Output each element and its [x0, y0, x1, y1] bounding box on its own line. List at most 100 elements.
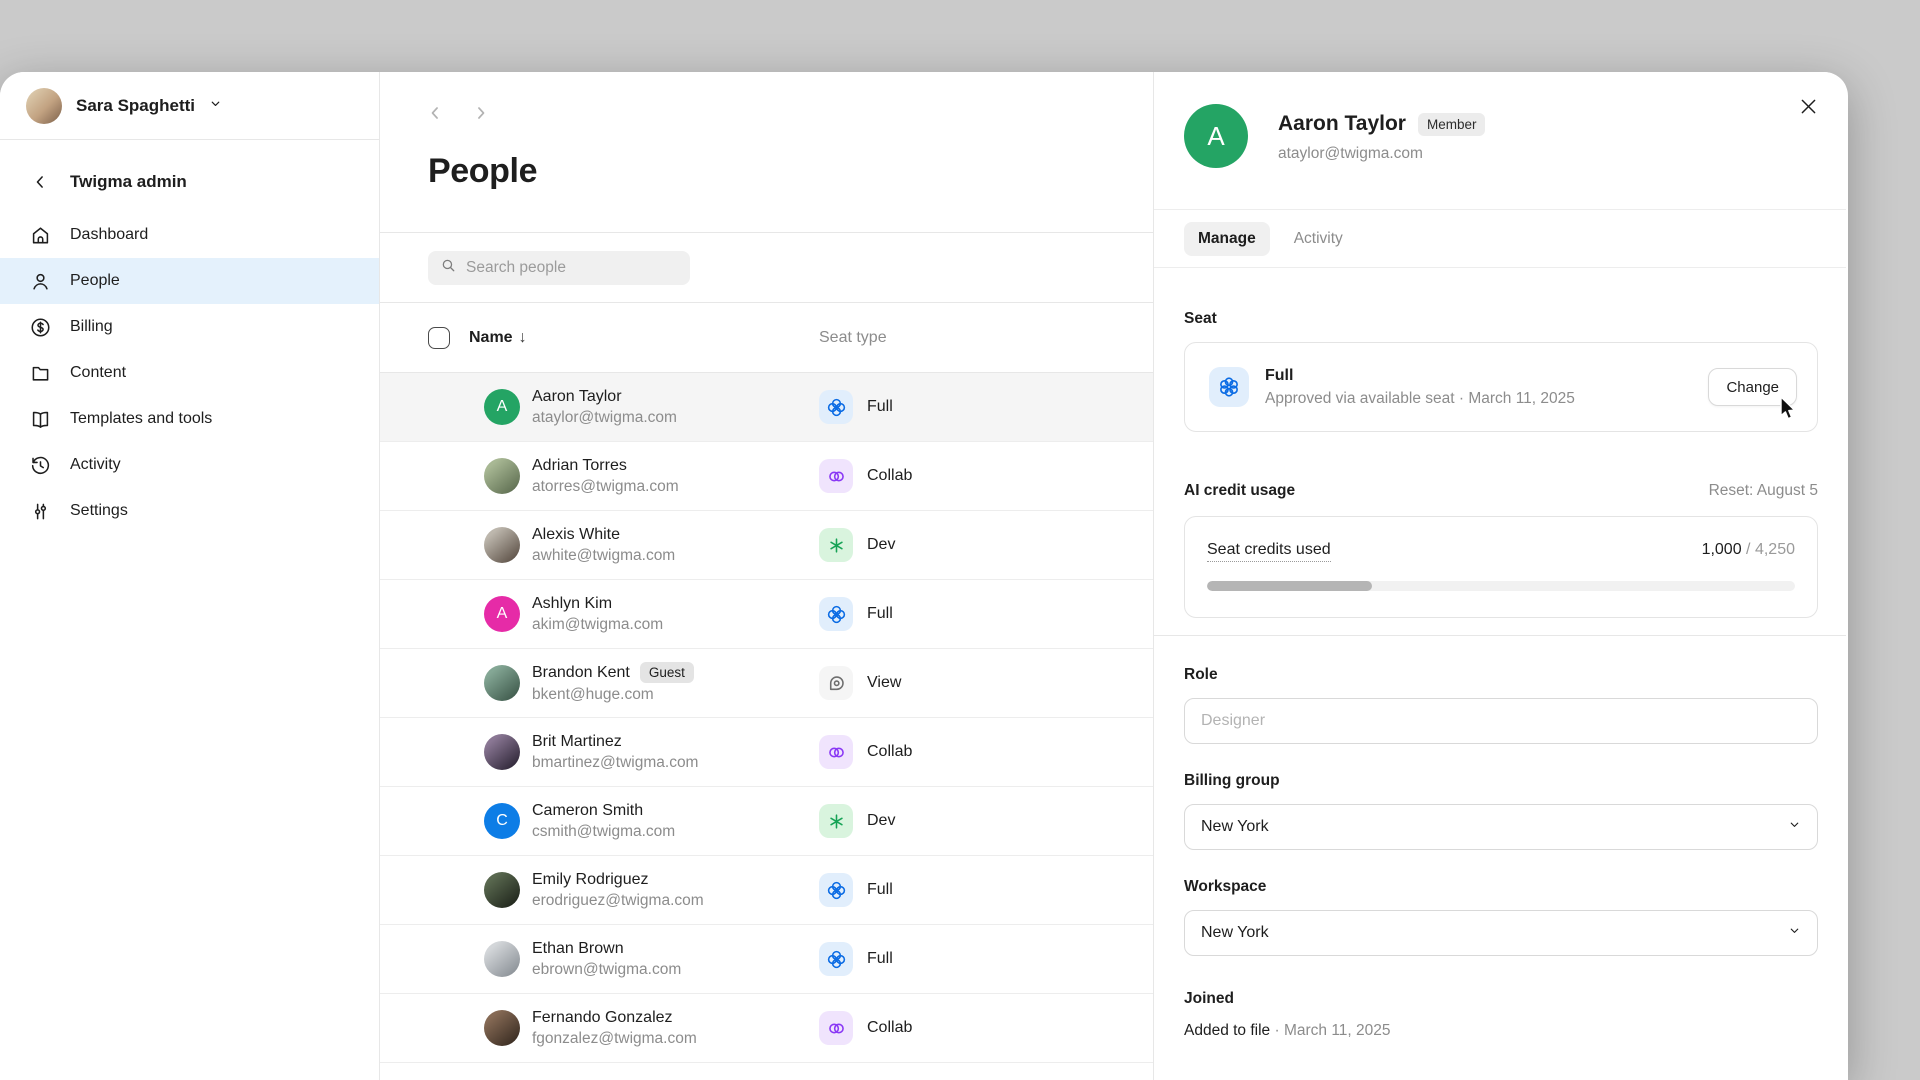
search-box[interactable] — [428, 251, 690, 285]
seat-type-cell: Collab — [819, 735, 912, 769]
seat-section-label: Seat — [1184, 310, 1818, 328]
tab-manage[interactable]: Manage — [1184, 222, 1270, 256]
sliders-icon — [28, 499, 52, 523]
sort-desc-icon: ↓ — [519, 329, 527, 347]
seat-type-label: Full — [867, 881, 893, 899]
app-window: Sara Spaghetti Twigma admin DashboardPeo… — [0, 72, 1848, 1080]
avatar: C — [484, 803, 520, 839]
person-name: Brit Martinez — [532, 733, 698, 751]
person-name: Adrian Torres — [532, 457, 679, 475]
people-table: AAaron Taylor ataylor@twigma.com FullAdr… — [380, 373, 1153, 1080]
select-all-checkbox[interactable] — [428, 327, 450, 349]
sidebar-item-billing[interactable]: Billing — [0, 304, 379, 350]
collab-seat-icon — [819, 735, 853, 769]
chevron-left-icon — [28, 170, 52, 194]
panel-tabs: Manage Activity — [1154, 210, 1846, 268]
name-column-header[interactable]: Name ↓ — [469, 329, 527, 347]
back-arrow-icon[interactable] — [422, 100, 448, 126]
close-icon[interactable] — [1792, 90, 1824, 122]
avatar — [484, 1010, 520, 1046]
user-name: Sara Spaghetti — [76, 96, 195, 116]
table-row[interactable]: Brit Martinez bmartinez@twigma.com Colla… — [380, 718, 1153, 787]
account-menu[interactable]: Sara Spaghetti — [0, 72, 379, 140]
table-row[interactable]: Alexis White awhite@twigma.com Dev — [380, 511, 1153, 580]
billing-group-label: Billing group — [1184, 772, 1818, 790]
sidebar-item-dashboard[interactable]: Dashboard — [0, 212, 379, 258]
sidebar-nav: Twigma admin DashboardPeopleBillingConte… — [0, 140, 379, 534]
ai-usage-card: Seat credits used 1,000 / 4,250 — [1184, 516, 1818, 618]
person-name: Emily Rodriguez — [532, 871, 704, 889]
sidebar-item-settings[interactable]: Settings — [0, 488, 379, 534]
role-input[interactable] — [1184, 698, 1818, 744]
guest-badge: Guest — [640, 662, 694, 683]
change-seat-button[interactable]: Change — [1708, 368, 1797, 406]
full-seat-icon — [819, 597, 853, 631]
person-name: Brandon KentGuest — [532, 662, 694, 683]
person-name: Fernando Gonzalez — [532, 1009, 697, 1027]
folder-icon — [28, 361, 52, 385]
dev-seat-icon — [819, 804, 853, 838]
table-row[interactable]: C Cameron Smith csmith@twigma.com Dev — [380, 787, 1153, 856]
role-label: Role — [1184, 666, 1818, 684]
sidebar-item-templates-and-tools[interactable]: Templates and tools — [0, 396, 379, 442]
chevron-down-icon — [1788, 818, 1801, 836]
joined-label: Joined — [1184, 990, 1818, 1008]
view-seat-icon — [819, 666, 853, 700]
table-header: Name ↓ Seat type — [380, 303, 1153, 373]
seat-type-label: Full — [867, 398, 893, 416]
seat-type-label: Full — [867, 605, 893, 623]
search-input[interactable] — [466, 259, 666, 277]
sidebar-item-activity[interactable]: Activity — [0, 442, 379, 488]
person-email: atorres@twigma.com — [532, 478, 679, 496]
full-seat-icon — [819, 390, 853, 424]
people-pane: People Name ↓ Seat type AAaron Taylor at… — [380, 72, 1153, 1080]
tab-activity[interactable]: Activity — [1280, 222, 1357, 256]
full-seat-icon — [819, 873, 853, 907]
seat-type-cell: Dev — [819, 804, 895, 838]
table-row[interactable]: Brandon KentGuest bkent@huge.com View — [380, 649, 1153, 718]
avatar — [484, 941, 520, 977]
person-email: csmith@twigma.com — [532, 823, 675, 841]
avatar — [484, 872, 520, 908]
table-row[interactable]: Adrian Torres atorres@twigma.com Collab — [380, 442, 1153, 511]
seat-type-label: Collab — [867, 1019, 912, 1037]
member-role-badge: Member — [1418, 113, 1486, 136]
user-avatar — [26, 88, 62, 124]
sidebar-item-people[interactable]: People — [0, 258, 379, 304]
table-row[interactable]: Emily Rodriguez erodriguez@twigma.com Fu… — [380, 856, 1153, 925]
person-email: bkent@huge.com — [532, 686, 694, 704]
avatar — [484, 665, 520, 701]
avatar — [484, 458, 520, 494]
forward-arrow-icon[interactable] — [468, 100, 494, 126]
person-name: Cameron Smith — [532, 802, 675, 820]
billing-group-select[interactable]: New York — [1184, 804, 1818, 850]
sidebar: Sara Spaghetti Twigma admin DashboardPeo… — [0, 72, 380, 1080]
seat-type-label: Full — [867, 950, 893, 968]
avatar: A — [484, 389, 520, 425]
seat-type-cell: Full — [819, 597, 893, 631]
person-email: ebrown@twigma.com — [532, 961, 681, 979]
ai-reset-date: Reset: August 5 — [1709, 482, 1818, 500]
avatar: A — [484, 596, 520, 632]
workspace-select[interactable]: New York — [1184, 910, 1818, 956]
person-email: erodriguez@twigma.com — [532, 892, 704, 910]
table-row[interactable]: Ethan Brown ebrown@twigma.com Full — [380, 925, 1153, 994]
collab-seat-icon — [819, 459, 853, 493]
person-email: bmartinez@twigma.com — [532, 754, 698, 772]
ai-metric-label: Seat credits used — [1207, 541, 1331, 562]
seat-type-cell: Collab — [819, 459, 912, 493]
avatar — [484, 734, 520, 770]
person-name: Alexis White — [532, 526, 675, 544]
person-icon — [28, 269, 52, 293]
person-name: Ethan Brown — [532, 940, 681, 958]
table-row[interactable]: AAaron Taylor ataylor@twigma.com Full — [380, 373, 1153, 442]
chevron-down-icon — [1788, 924, 1801, 942]
section-divider — [1154, 635, 1846, 636]
seat-type-cell: Full — [819, 390, 893, 424]
workspace-back[interactable]: Twigma admin — [0, 158, 379, 206]
table-row[interactable]: Fernando Gonzalez fgonzalez@twigma.com C… — [380, 994, 1153, 1063]
sidebar-item-content[interactable]: Content — [0, 350, 379, 396]
table-row[interactable]: AAshlyn Kim akim@twigma.com Full — [380, 580, 1153, 649]
person-email: ataylor@twigma.com — [532, 409, 677, 427]
search-row — [380, 233, 1153, 303]
